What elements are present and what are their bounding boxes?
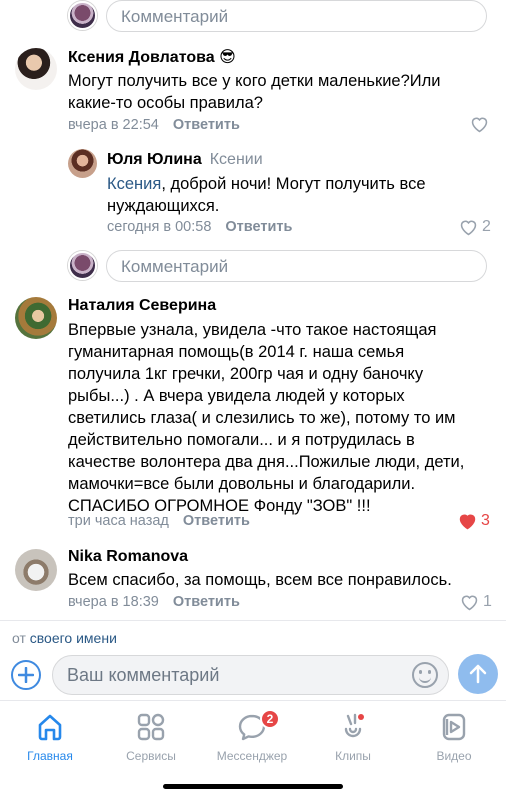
comment-meta: сегодня в 00:58 Ответить	[107, 219, 292, 235]
tab-video[interactable]: Видео	[404, 707, 504, 767]
clips-icon	[344, 713, 364, 738]
messenger-unread-badge: 2	[260, 709, 280, 729]
like-button[interactable]	[470, 116, 489, 133]
tab-label: Главная	[27, 749, 73, 763]
avatar	[68, 251, 97, 280]
comment-input-row: Комментарий	[0, 250, 506, 284]
comment-text-line: качестве волонтера два дня...Пожилые люд…	[68, 453, 465, 471]
services-icon	[137, 713, 165, 741]
comment-time: три часа назад	[68, 513, 169, 529]
comment-time: вчера в 18:39	[68, 594, 159, 610]
tab-clips[interactable]: Клипы	[303, 707, 403, 767]
attach-button[interactable]	[11, 660, 41, 690]
arrow-up-icon	[469, 664, 487, 684]
avatar[interactable]	[15, 48, 57, 90]
comment-text-line: гуманитарная помощь(в 2014 г. наша семья	[68, 343, 405, 361]
tab-label: Мессенджер	[216, 749, 288, 763]
reply-button[interactable]: Ответить	[173, 594, 240, 610]
comment-text-line: действительно помогали... и я потрудилас…	[68, 431, 415, 449]
home-icon	[38, 714, 62, 741]
sunglasses-emoji-icon: 😎	[219, 49, 236, 66]
composer-placeholder: Ваш комментарий	[67, 665, 220, 685]
comment-text: Могут получить все у кого детки маленьки…	[68, 70, 440, 114]
comment-author[interactable]: Nika Romanova	[68, 548, 188, 566]
reply-to-label: Ксении	[209, 151, 263, 168]
tab-label: Видео	[436, 749, 472, 763]
heart-filled-icon	[459, 514, 476, 529]
reply-button[interactable]: Ответить	[183, 513, 250, 529]
comment-text-line: светились глаза( и слезились то же), пот…	[68, 409, 456, 427]
author-name: Наталия Северина	[68, 297, 217, 314]
tab-label: Клипы	[335, 749, 371, 763]
from-prefix: от	[12, 630, 26, 646]
comment-meta: вчера в 22:54 Ответить	[68, 117, 240, 133]
comment-text-line: нуждающихся.	[107, 197, 220, 215]
from-link[interactable]: своего имени	[30, 630, 117, 646]
comment-input[interactable]: Комментарий	[106, 0, 487, 32]
mention-link[interactable]: Ксения	[107, 175, 161, 193]
comment-author[interactable]: Юля Юлина Ксении	[107, 151, 263, 169]
comment-text: Ксения, доброй ночи! Могут получить все …	[107, 173, 426, 217]
comment-author[interactable]: Наталия Северина	[68, 297, 216, 315]
tab-label: Сервисы	[126, 749, 176, 763]
avatar[interactable]	[15, 297, 57, 339]
author-name: Nika Romanova	[68, 548, 189, 565]
comment-input[interactable]: Комментарий	[106, 250, 487, 282]
author-name: Ксения Довлатова	[68, 49, 215, 66]
comment-input-placeholder: Комментарий	[121, 257, 229, 276]
comment-text: Впервые узнала, увидела -что такое насто…	[68, 319, 464, 517]
heart-outline-icon	[461, 595, 478, 610]
reply-button[interactable]: Ответить	[225, 219, 292, 235]
comment-input-row: Комментарий	[0, 0, 506, 34]
like-count: 2	[482, 218, 491, 235]
comment-input-placeholder: Комментарий	[121, 7, 229, 26]
comment-meta: три часа назад Ответить	[68, 513, 250, 529]
comment-text: Всем спасибо, за помощь, всем все понрав…	[68, 569, 452, 591]
comment-text-line: получила 1кг гречки, 200гр чая и одну ба…	[68, 365, 424, 383]
post-as-selector[interactable]: от своего имени	[12, 630, 117, 646]
avatar	[68, 1, 97, 30]
like-button[interactable]: 3	[458, 512, 490, 530]
emoji-smile-icon[interactable]	[412, 662, 438, 688]
like-button[interactable]: 1	[460, 593, 492, 611]
divider	[0, 620, 506, 621]
comment-meta: вчера в 18:39 Ответить	[68, 594, 240, 610]
send-button[interactable]	[458, 654, 498, 694]
comment-author[interactable]: Ксения Довлатова 😎	[68, 47, 236, 67]
avatar[interactable]	[15, 549, 57, 591]
comment-text-line: рыбы...) . А вчера увидела людей у котор…	[68, 387, 405, 405]
video-icon	[442, 713, 466, 741]
like-count: 1	[483, 593, 492, 610]
comment-time: сегодня в 00:58	[107, 219, 212, 235]
comment-composer-input[interactable]: Ваш комментарий	[52, 655, 449, 695]
like-count: 3	[481, 512, 490, 529]
comment-time: вчера в 22:54	[68, 117, 159, 133]
comment-text-fragment: , доброй ночи! Могут получить все	[161, 175, 426, 193]
plus-icon	[18, 667, 34, 683]
heart-outline-icon	[460, 220, 477, 235]
author-name: Юля Юлина	[107, 151, 202, 168]
comment-text-line: мамочки=все были довольны и благодарили.	[68, 475, 416, 493]
avatar[interactable]	[68, 149, 97, 178]
reply-button[interactable]: Ответить	[173, 117, 240, 133]
home-indicator	[163, 784, 343, 789]
comment-text-line: Ксения, доброй ночи! Могут получить все	[107, 173, 426, 195]
comment-text-line: Впервые узнала, увидела -что такое насто…	[68, 321, 437, 339]
comment-text-line: какие-то особы правила?	[68, 94, 263, 112]
heart-outline-icon	[471, 117, 488, 133]
like-button[interactable]: 2	[459, 218, 491, 236]
tab-home[interactable]: Главная	[0, 707, 100, 767]
comment-text-line: Могут получить все у кого детки маленьки…	[68, 72, 441, 90]
tab-messenger[interactable]: Мессенджер	[202, 707, 302, 767]
comment-text-line: Всем спасибо, за помощь, всем все понрав…	[68, 571, 452, 589]
tab-services[interactable]: Сервисы	[101, 707, 201, 767]
